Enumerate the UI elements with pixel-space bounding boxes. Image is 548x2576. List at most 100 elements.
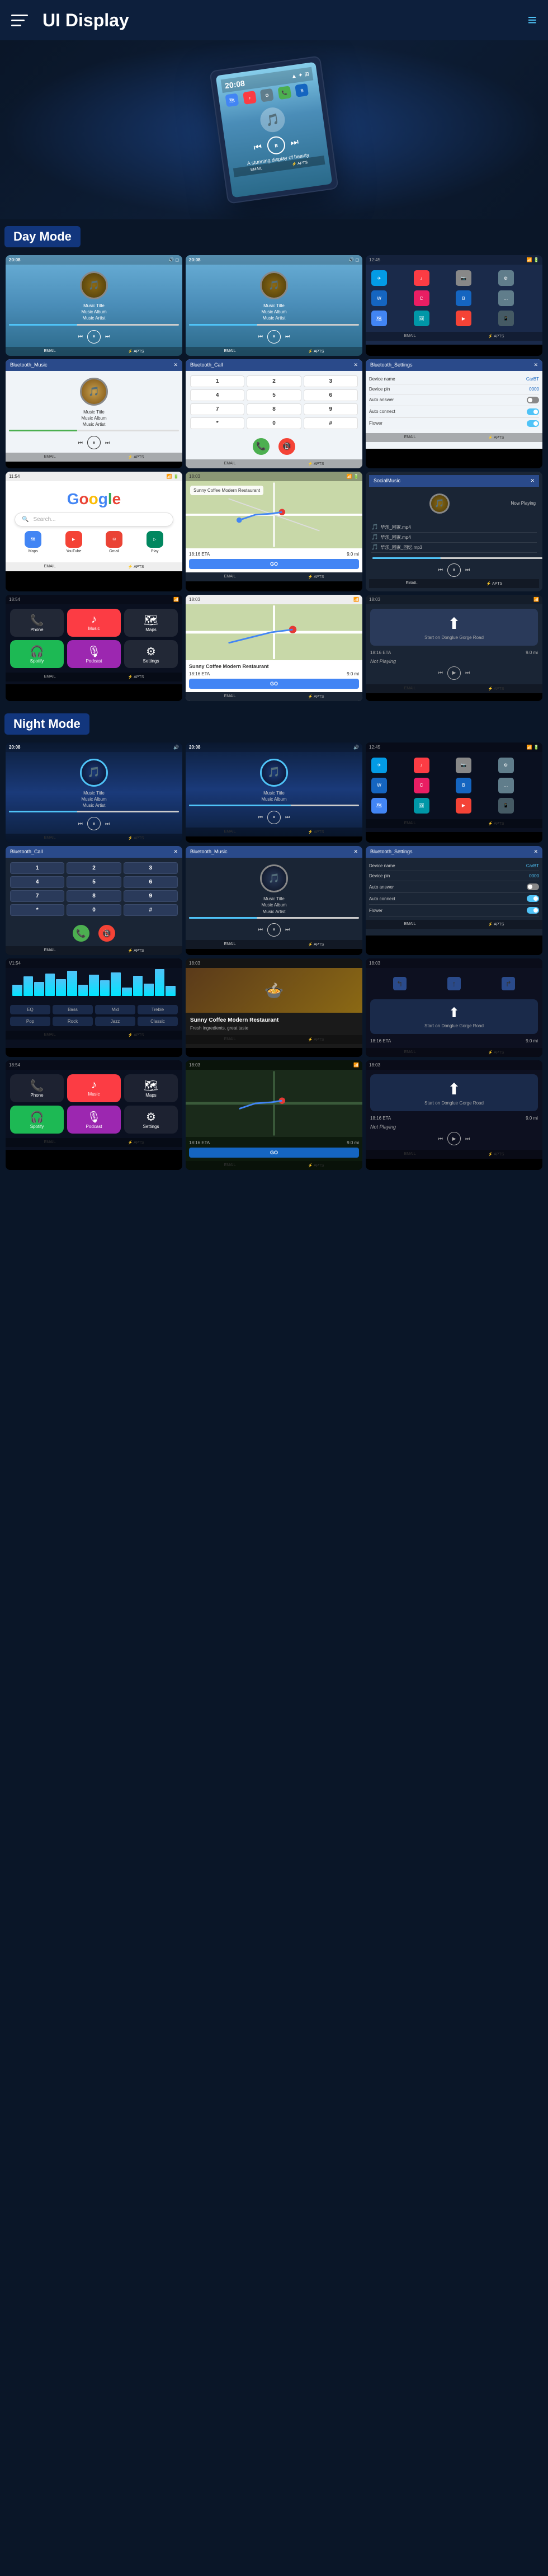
nn2-email[interactable]: EMAIL	[404, 1152, 416, 1157]
cp-music[interactable]: ♪ Music	[67, 609, 121, 637]
maps-app[interactable]: 🗺	[225, 93, 239, 107]
call-btn[interactable]: 📞	[253, 438, 270, 455]
sunny-go-btn[interactable]: GO	[189, 679, 359, 689]
n-maps[interactable]: 🗺	[371, 798, 387, 814]
track-1[interactable]: 🎵 华乐_回家.mp4	[371, 523, 537, 533]
n-dial-1[interactable]: 1	[10, 862, 64, 874]
nn-apts[interactable]: ⚡ APTS	[488, 1050, 504, 1055]
cp-maps[interactable]: 🗺 Maps	[124, 609, 178, 637]
next-btn-1[interactable]: ⏭	[105, 333, 110, 340]
wc-btn4[interactable]: Treble	[138, 1005, 178, 1014]
more-icon[interactable]: …	[498, 290, 514, 306]
nbc-apts[interactable]: ⚡ APTS	[128, 948, 144, 953]
btc-apts[interactable]: ⚡ APTS	[308, 462, 324, 466]
n-device-pin-value[interactable]: 0000	[529, 873, 539, 878]
np-play[interactable]: ▶	[447, 666, 461, 680]
n-next-2[interactable]: ⏭	[285, 814, 290, 820]
soc-email[interactable]: EMAIL	[406, 581, 418, 586]
n-dial-2[interactable]: 2	[67, 862, 121, 874]
telegram-icon[interactable]: ✈	[371, 270, 387, 286]
hero-nav1[interactable]: EMAIL	[251, 167, 263, 173]
settings-app[interactable]: ⚙	[260, 88, 274, 102]
g-email[interactable]: EMAIL	[44, 565, 56, 569]
s-play[interactable]: ⏸	[447, 563, 461, 577]
nn-email[interactable]: EMAIL	[404, 1050, 416, 1055]
nb2-apts[interactable]: ⚡ APTS	[308, 830, 324, 834]
nt-apts[interactable]: ⚡ APTS	[488, 687, 504, 691]
n-flower-toggle[interactable]	[527, 907, 539, 914]
bt-prev[interactable]: ⏮	[78, 440, 83, 446]
next-btn-2[interactable]: ⏭	[285, 333, 290, 340]
n-bt-next[interactable]: ⏭	[285, 927, 290, 933]
btm-email[interactable]: EMAIL	[44, 455, 56, 459]
n-bt-music-close[interactable]: ✕	[353, 849, 358, 855]
bt-settings-close[interactable]: ✕	[533, 362, 538, 368]
wc-btn3[interactable]: Mid	[95, 1005, 135, 1014]
n-wechat[interactable]: W	[371, 778, 387, 793]
dial-5[interactable]: 5	[247, 389, 301, 401]
n-cp-phone[interactable]: 📞 Phone	[10, 1074, 64, 1102]
carplay2-icon[interactable]: C	[414, 290, 429, 306]
n-play-1[interactable]: ⏸	[87, 817, 101, 830]
map-apts[interactable]: ⚡ APTS	[308, 575, 324, 579]
apple-music-icon[interactable]: ♪	[414, 270, 429, 286]
home-app-play[interactable]: ▷ Play	[136, 531, 174, 553]
home-app-maps[interactable]: 🗺 Maps	[15, 531, 52, 553]
dial-3[interactable]: 3	[304, 375, 358, 387]
n-dial-star[interactable]: *	[10, 904, 64, 916]
n-dial-4[interactable]: 4	[10, 876, 64, 888]
cp-spotify[interactable]: 🎧 Spotify	[10, 640, 64, 668]
bt-app[interactable]: B	[295, 83, 309, 97]
n-device-name-value[interactable]: CarBT	[526, 863, 539, 868]
nn2-apts[interactable]: ⚡ APTS	[488, 1152, 504, 1157]
cp-settings[interactable]: ⚙ Settings	[124, 640, 178, 668]
s-next[interactable]: ⏭	[465, 567, 470, 573]
na-apts[interactable]: ⚡ APTS	[488, 821, 504, 826]
nb1-apts[interactable]: ⚡ APTS	[128, 836, 144, 840]
cp-phone[interactable]: 📞 Phone	[10, 609, 64, 637]
np-next[interactable]: ⏭	[465, 670, 470, 676]
n-bt-prev[interactable]: ⏮	[258, 927, 263, 933]
nm-apts[interactable]: ⚡ APTS	[308, 1163, 324, 1168]
n-go-btn[interactable]: GO	[189, 1148, 359, 1158]
n2-next[interactable]: ⏭	[465, 1136, 470, 1142]
n-dial-3[interactable]: 3	[124, 862, 178, 874]
ncp-apts[interactable]: ⚡ APTS	[128, 1140, 144, 1145]
s-prev[interactable]: ⏮	[438, 567, 443, 573]
gallery-icon[interactable]: 🖼	[414, 311, 429, 326]
n-misc[interactable]: 📱	[498, 798, 514, 814]
n-cp-maps[interactable]: 🗺 Maps	[124, 1074, 178, 1102]
n-settings[interactable]: ⚙	[498, 758, 514, 773]
n-cp-spotify[interactable]: 🎧 Spotify	[10, 1106, 64, 1134]
n-camera[interactable]: 📷	[456, 758, 471, 773]
nbm-email[interactable]: EMAIL	[224, 942, 236, 947]
phone-app[interactable]: 📞	[277, 86, 291, 100]
play-btn-1[interactable]: ⏸	[87, 330, 101, 344]
home-app-gmail[interactable]: ✉ Gmail	[96, 531, 133, 553]
hero-next-btn[interactable]: ⏭	[290, 137, 299, 148]
na-email[interactable]: EMAIL	[404, 821, 416, 826]
nbs-email[interactable]: EMAIL	[404, 922, 416, 927]
n-auto-answer-toggle[interactable]	[527, 883, 539, 890]
np-prev[interactable]: ⏮	[438, 670, 443, 676]
turn-up[interactable]: ↑	[447, 977, 461, 990]
n-tg[interactable]: ✈	[371, 758, 387, 773]
wc-btn5[interactable]: Pop	[10, 1017, 50, 1026]
n-dial-8[interactable]: 8	[67, 890, 121, 902]
g-apts[interactable]: ⚡ APTS	[128, 565, 144, 569]
dial-7[interactable]: 7	[190, 403, 244, 415]
b2-apts[interactable]: ⚡ APTS	[308, 349, 324, 354]
dial-8[interactable]: 8	[247, 403, 301, 415]
n2-play[interactable]: ▶	[447, 1132, 461, 1145]
dial-2[interactable]: 2	[247, 375, 301, 387]
track-3[interactable]: 🎵 华乐_回家_回忆.mp3	[371, 543, 537, 553]
nb1-email[interactable]: EMAIL	[44, 836, 56, 840]
hero-prev-btn[interactable]: ⏮	[253, 142, 263, 153]
n-dial-9[interactable]: 9	[124, 890, 178, 902]
n-dial-6[interactable]: 6	[124, 876, 178, 888]
cp-podcast[interactable]: 🎙 Podcast	[67, 640, 121, 668]
wc-btn1[interactable]: EQ	[10, 1005, 50, 1014]
n-bt-call-close[interactable]: ✕	[173, 849, 178, 855]
n-bt-play[interactable]: ⏸	[267, 923, 281, 937]
dial-0[interactable]: 0	[247, 417, 301, 429]
